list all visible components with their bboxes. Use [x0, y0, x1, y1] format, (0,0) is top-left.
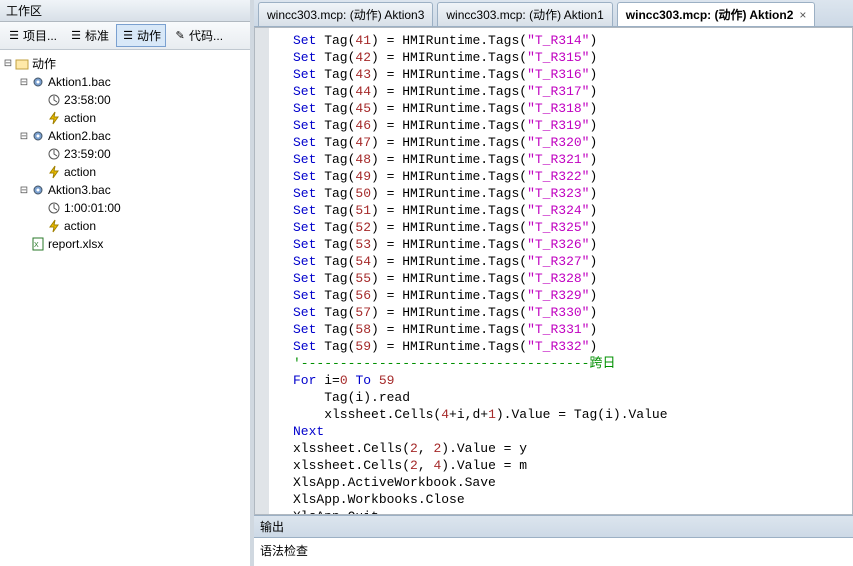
tree-node-action-1[interactable]: action	[2, 163, 248, 181]
editor-tab-1[interactable]: wincc303.mcp: (动作) Aktion1	[437, 2, 612, 26]
tree-view[interactable]: ⊟动作⊟Aktion1.bac23:58:00action⊟Aktion2.ba…	[0, 50, 250, 566]
tree-item-label: action	[64, 219, 96, 233]
tree-item-icon	[30, 182, 46, 198]
tree-node-bac-0[interactable]: ⊟ Aktion1.bac	[2, 73, 248, 91]
tree-item-icon	[14, 56, 30, 72]
toolbar-action-label: 动作	[137, 27, 161, 44]
toolbar-action-button[interactable]: ☰ 动作	[116, 24, 166, 47]
svg-text:X: X	[34, 242, 39, 249]
tab-label: wincc303.mcp: (动作) Aktion3	[267, 6, 424, 23]
tree-expander-icon[interactable]: ⊟	[18, 131, 30, 142]
tree-node-bac-1[interactable]: ⊟ Aktion2.bac	[2, 127, 248, 145]
tree-item-icon	[46, 200, 62, 216]
project-icon: ☰	[7, 29, 21, 43]
tree-node-action-0[interactable]: action	[2, 109, 248, 127]
tree-item-label: 23:58:00	[64, 93, 111, 107]
toolbar-standard-label: 标准	[85, 27, 109, 44]
tree-item-icon	[46, 110, 62, 126]
tree-item-label: 动作	[32, 55, 56, 72]
tree-item-icon	[30, 128, 46, 144]
tree-item-label: action	[64, 111, 96, 125]
tab-label: wincc303.mcp: (动作) Aktion2	[626, 6, 794, 23]
tree-item-icon	[46, 92, 62, 108]
tree-item-label: 23:59:00	[64, 147, 111, 161]
tree-item-label: 1:00:01:00	[64, 201, 121, 215]
tree-node-time-1[interactable]: 23:59:00	[2, 145, 248, 163]
left-panel: 工作区 ☰ 项目... ☰ 标准 ☰ 动作 ✎ 代码... ⊟动作⊟Aktion…	[0, 0, 254, 566]
left-panel-title: 工作区	[0, 0, 250, 22]
close-icon[interactable]: ×	[799, 8, 806, 22]
tab-label: wincc303.mcp: (动作) Aktion1	[446, 6, 603, 23]
code-editor[interactable]: Set Tag(41) = HMIRuntime.Tags("T_R314") …	[254, 27, 853, 515]
tree-node-time-2[interactable]: 1:00:01:00	[2, 199, 248, 217]
tree-item-label: action	[64, 165, 96, 179]
toolbar-project-button[interactable]: ☰ 项目...	[2, 24, 62, 47]
action-icon: ☰	[121, 29, 135, 43]
tree-node-time-0[interactable]: 23:58:00	[2, 91, 248, 109]
tree-item-label: report.xlsx	[48, 237, 103, 251]
left-toolbar: ☰ 项目... ☰ 标准 ☰ 动作 ✎ 代码...	[0, 22, 250, 50]
tree-expander-icon[interactable]: ⊟	[18, 77, 30, 88]
tree-node-action-2[interactable]: action	[2, 217, 248, 235]
tree-item-icon: X	[30, 236, 46, 252]
toolbar-code-button[interactable]: ✎ 代码...	[168, 24, 228, 47]
tree-item-label: Aktion3.bac	[48, 183, 111, 197]
editor-tab-2[interactable]: wincc303.mcp: (动作) Aktion2 ×	[617, 2, 816, 26]
tree-item-icon	[46, 218, 62, 234]
tree-item-label: Aktion2.bac	[48, 129, 111, 143]
code-icon: ✎	[173, 29, 187, 43]
tree-node-report[interactable]: Xreport.xlsx	[2, 235, 248, 253]
toolbar-code-label: 代码...	[189, 27, 223, 44]
standard-icon: ☰	[69, 29, 83, 43]
tree-expander-icon[interactable]: ⊟	[2, 58, 14, 69]
tree-item-label: Aktion1.bac	[48, 75, 111, 89]
tree-expander-icon[interactable]: ⊟	[18, 185, 30, 196]
toolbar-project-label: 项目...	[23, 27, 57, 44]
output-panel-body: 语法检查	[254, 538, 853, 566]
tree-item-icon	[46, 146, 62, 162]
tree-root-actions[interactable]: ⊟ 动作	[2, 54, 248, 73]
tree-item-icon	[30, 74, 46, 90]
editor-tabs: wincc303.mcp: (动作) Aktion3 wincc303.mcp: …	[254, 0, 853, 27]
tree-node-bac-2[interactable]: ⊟ Aktion3.bac	[2, 181, 248, 199]
editor-tab-0[interactable]: wincc303.mcp: (动作) Aktion3	[258, 2, 433, 26]
toolbar-standard-button[interactable]: ☰ 标准	[64, 24, 114, 47]
output-panel-title: 输出	[254, 515, 853, 538]
tree-item-icon	[46, 164, 62, 180]
right-panel: wincc303.mcp: (动作) Aktion3 wincc303.mcp: …	[254, 0, 853, 566]
